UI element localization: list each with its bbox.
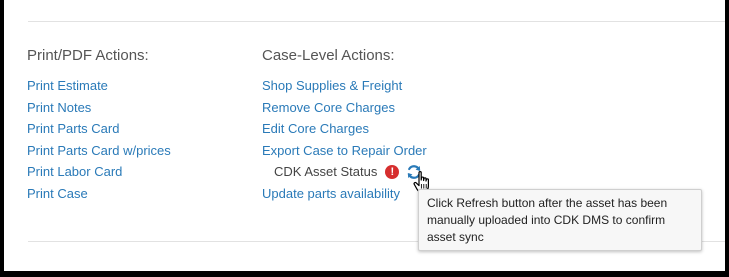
print-case-link[interactable]: Print Case	[27, 183, 171, 205]
update-parts-availability-link[interactable]: Update parts availability	[262, 183, 427, 205]
case-actions-heading: Case-Level Actions:	[262, 47, 395, 64]
print-notes-link[interactable]: Print Notes	[27, 97, 171, 119]
edit-core-charges-link[interactable]: Edit Core Charges	[262, 118, 427, 140]
print-actions-heading: Print/PDF Actions:	[27, 47, 149, 64]
remove-core-charges-link[interactable]: Remove Core Charges	[262, 97, 427, 119]
print-labor-card-link[interactable]: Print Labor Card	[27, 161, 171, 183]
top-divider	[28, 21, 725, 22]
cdk-asset-status-label: CDK Asset Status	[274, 164, 378, 179]
shop-supplies-freight-link[interactable]: Shop Supplies & Freight	[262, 75, 427, 97]
print-parts-card-prices-link[interactable]: Print Parts Card w/prices	[27, 140, 171, 162]
refresh-tooltip: Click Refresh button after the asset has…	[418, 189, 702, 251]
cdk-asset-status-row: CDK Asset Status !	[262, 161, 427, 183]
export-case-repair-order-link[interactable]: Export Case to Repair Order	[262, 140, 427, 162]
case-actions-column: Case-Level Actions: Shop Supplies & Frei…	[262, 46, 427, 204]
print-estimate-link[interactable]: Print Estimate	[27, 75, 171, 97]
print-parts-card-link[interactable]: Print Parts Card	[27, 118, 171, 140]
exclamation-circle-icon: !	[385, 164, 400, 179]
print-actions-column: Print/PDF Actions: Print Estimate Print …	[27, 46, 171, 204]
